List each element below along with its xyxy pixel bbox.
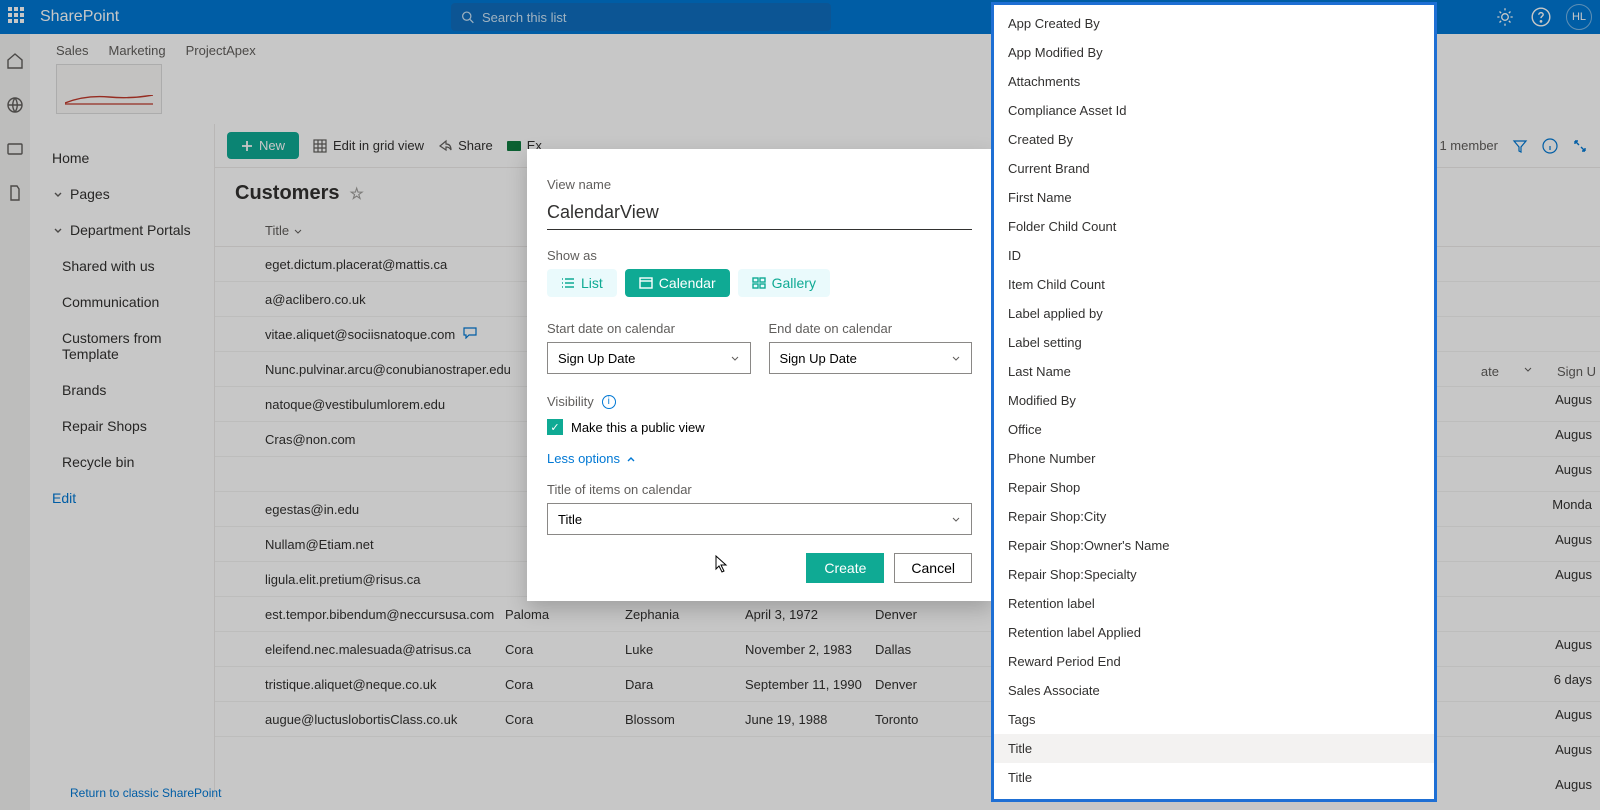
dropdown-option[interactable]: Repair Shop bbox=[994, 473, 1434, 502]
start-date-label: Start date on calendar bbox=[547, 321, 751, 336]
dropdown-option[interactable]: App Created By bbox=[994, 9, 1434, 38]
title-items-label: Title of items on calendar bbox=[547, 482, 972, 497]
dropdown-option[interactable]: Phone Number bbox=[994, 444, 1434, 473]
dropdown-option[interactable]: Attachments bbox=[994, 67, 1434, 96]
view-name-label: View name bbox=[547, 177, 972, 192]
dropdown-option[interactable]: Compliance Asset Id bbox=[994, 96, 1434, 125]
end-date-label: End date on calendar bbox=[769, 321, 973, 336]
dropdown-option[interactable]: App Modified By bbox=[994, 38, 1434, 67]
dropdown-option[interactable]: ID bbox=[994, 241, 1434, 270]
chevron-down-icon bbox=[951, 353, 961, 363]
calendar-icon bbox=[639, 277, 653, 289]
view-name-input[interactable] bbox=[547, 198, 972, 230]
dropdown-option[interactable]: First Name bbox=[994, 183, 1434, 212]
less-options-toggle[interactable]: Less options bbox=[547, 451, 972, 466]
chevron-up-icon bbox=[626, 454, 636, 464]
field-dropdown-panel[interactable]: App Created ByApp Modified ByAttachments… bbox=[991, 2, 1437, 802]
dropdown-option[interactable]: Office bbox=[994, 415, 1434, 444]
cancel-button[interactable]: Cancel bbox=[894, 553, 972, 583]
dropdown-option[interactable]: Modified By bbox=[994, 386, 1434, 415]
dropdown-option[interactable]: Label applied by bbox=[994, 299, 1434, 328]
show-as-list[interactable]: List bbox=[547, 269, 617, 297]
show-as-label: Show as bbox=[547, 248, 972, 263]
dropdown-option[interactable]: Title bbox=[994, 734, 1434, 763]
info-icon[interactable]: i bbox=[602, 395, 616, 409]
create-view-dialog: View name Show as List Calendar Gallery … bbox=[527, 149, 992, 601]
dropdown-option[interactable]: Folder Child Count bbox=[994, 212, 1434, 241]
show-as-calendar[interactable]: Calendar bbox=[625, 269, 730, 297]
dropdown-option[interactable]: Label setting bbox=[994, 328, 1434, 357]
public-label: Make this a public view bbox=[571, 420, 705, 435]
dropdown-option[interactable]: Repair Shop:City bbox=[994, 502, 1434, 531]
dropdown-option[interactable]: Title bbox=[994, 763, 1434, 792]
dropdown-option[interactable]: Retention label bbox=[994, 589, 1434, 618]
create-button[interactable]: Create bbox=[806, 553, 884, 583]
dropdown-option[interactable]: Retention label Applied bbox=[994, 618, 1434, 647]
title-items-select[interactable]: Title bbox=[547, 503, 972, 535]
chevron-down-icon bbox=[951, 514, 961, 524]
dropdown-option[interactable]: Item Child Count bbox=[994, 270, 1434, 299]
dropdown-option[interactable]: Tags bbox=[994, 705, 1434, 734]
public-checkbox[interactable]: ✓ bbox=[547, 419, 563, 435]
chevron-down-icon bbox=[730, 353, 740, 363]
dropdown-option[interactable]: Sales Associate bbox=[994, 676, 1434, 705]
dropdown-option[interactable]: Repair Shop:Owner's Name bbox=[994, 531, 1434, 560]
gallery-icon bbox=[752, 277, 766, 289]
dropdown-option[interactable]: Last Name bbox=[994, 357, 1434, 386]
dropdown-option[interactable]: Reward Period End bbox=[994, 647, 1434, 676]
visibility-label: Visibility bbox=[547, 394, 594, 409]
end-date-select[interactable]: Sign Up Date bbox=[769, 342, 973, 374]
dropdown-option[interactable]: Created By bbox=[994, 125, 1434, 154]
start-date-select[interactable]: Sign Up Date bbox=[547, 342, 751, 374]
show-as-gallery[interactable]: Gallery bbox=[738, 269, 830, 297]
dropdown-option[interactable]: Current Brand bbox=[994, 154, 1434, 183]
list-icon bbox=[561, 277, 575, 289]
dropdown-option[interactable]: Repair Shop:Specialty bbox=[994, 560, 1434, 589]
